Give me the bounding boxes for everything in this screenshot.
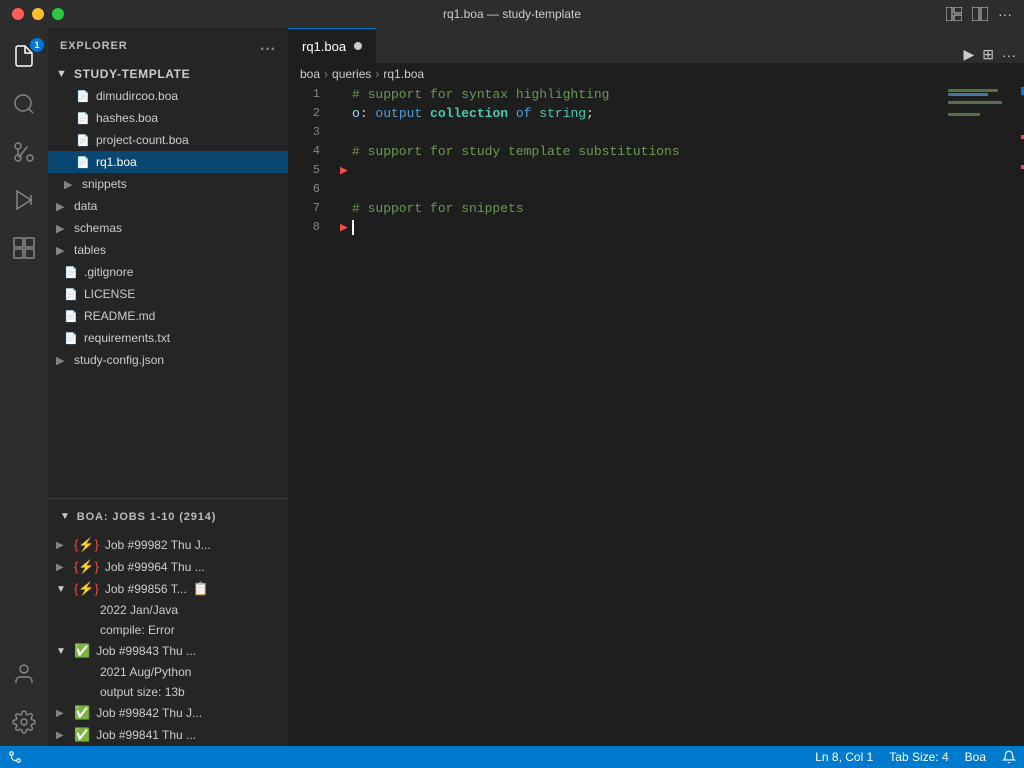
job-99856[interactable]: ▼ {⚡} Job #99856 T... 📋: [48, 578, 288, 600]
traffic-lights: [12, 8, 64, 20]
code-line-5: ▶: [340, 161, 944, 180]
job-99982[interactable]: ▶ {⚡} Job #99982 Thu J...: [48, 534, 288, 556]
tab-label: rq1.boa: [302, 39, 346, 54]
tree-tables[interactable]: ▶ tables: [48, 239, 288, 261]
code-line-4: # support for study template substitutio…: [340, 142, 944, 161]
tree-schemas[interactable]: ▶ schemas: [48, 217, 288, 239]
editor-more-icon[interactable]: ···: [1002, 47, 1016, 63]
job-99841[interactable]: ▶ ✅ Job #99841 Thu ...: [48, 724, 288, 746]
code-line-8: ▶: [340, 218, 944, 237]
status-branch[interactable]: [0, 746, 30, 768]
boa-jobs-list: ▶ {⚡} Job #99982 Thu J... ▶ {⚡} Job #999…: [48, 534, 288, 746]
job-99856-sub2: compile: Error: [48, 620, 288, 640]
tree-study-config[interactable]: ▶ study-config.json: [48, 349, 288, 371]
window-title: rq1.boa — study-template: [443, 7, 581, 21]
study-template-folder[interactable]: ▼ STUDY-TEMPLATE: [48, 63, 288, 85]
job-99964[interactable]: ▶ {⚡} Job #99964 Thu ...: [48, 556, 288, 578]
sidebar: EXPLORER ... ▼ STUDY-TEMPLATE 📄 dimudirc…: [48, 28, 288, 746]
boa-section: ▼ BOA: JOBS 1-10 (2914) ▶ {⚡} Job #99982…: [48, 498, 288, 746]
code-editor[interactable]: 1 2 3 4 5 6 7 8 # support for syntax hig…: [288, 85, 1024, 746]
title-bar: rq1.boa — study-template ···: [0, 0, 1024, 28]
tree-hashes[interactable]: 📄 hashes.boa: [48, 107, 288, 129]
tab-modified-dot: [354, 42, 362, 50]
tree-readme[interactable]: 📄 README.md: [48, 305, 288, 327]
tree-gitignore[interactable]: 📄 .gitignore: [48, 261, 288, 283]
explorer-menu[interactable]: ...: [260, 37, 276, 55]
code-line-6: [340, 180, 944, 199]
job-99843-sub2: output size: 13b: [48, 682, 288, 702]
breadcrumb: boa › queries › rq1.boa: [288, 63, 1024, 85]
split-editor-icon[interactable]: ⊞: [982, 46, 994, 63]
red-arrow-8: ▶: [340, 218, 348, 237]
status-language[interactable]: Boa: [957, 746, 994, 768]
run-icon[interactable]: ▶: [963, 46, 974, 63]
layout-icon[interactable]: [946, 7, 962, 21]
tree-requirements[interactable]: 📄 requirements.txt: [48, 327, 288, 349]
activity-extensions[interactable]: [0, 224, 48, 272]
code-line-1: # support for syntax highlighting: [340, 85, 944, 104]
file-tree: ▼ STUDY-TEMPLATE 📄 dimudircoo.boa 📄 hash…: [48, 63, 288, 498]
status-bar: Ln 8, Col 1 Tab Size: 4 Boa: [0, 746, 1024, 768]
text-cursor: [352, 220, 354, 235]
status-position[interactable]: Ln 8, Col 1: [807, 746, 881, 768]
explorer-header: EXPLORER ...: [48, 28, 288, 63]
code-line-2: o: output collection of string;: [340, 104, 944, 123]
red-arrow-5: ▶: [340, 161, 348, 180]
activity-source-control[interactable]: [0, 128, 48, 176]
tab-rq1[interactable]: rq1.boa: [288, 28, 376, 63]
tree-license[interactable]: 📄 LICENSE: [48, 283, 288, 305]
tree-snippets[interactable]: ▶ snippets: [48, 173, 288, 195]
editor-area: rq1.boa ▶ ⊞ ··· boa › queries › rq1.boa …: [288, 28, 1024, 746]
code-line-7: # support for snippets: [340, 199, 944, 218]
job-99842[interactable]: ▶ ✅ Job #99842 Thu J...: [48, 702, 288, 724]
status-notifications[interactable]: [994, 746, 1024, 768]
job-99843-sub1: 2021 Aug/Python: [48, 662, 288, 682]
maximize-button[interactable]: [52, 8, 64, 20]
title-bar-icons: ···: [946, 6, 1012, 22]
activity-run[interactable]: [0, 176, 48, 224]
tree-data[interactable]: ▶ data: [48, 195, 288, 217]
status-tab-size[interactable]: Tab Size: 4: [881, 746, 956, 768]
split-icon[interactable]: [972, 7, 988, 21]
tab-right-icons: ▶ ⊞ ···: [963, 46, 1024, 63]
activity-files[interactable]: 1: [0, 32, 48, 80]
activity-settings[interactable]: [0, 698, 48, 746]
tabs-bar: rq1.boa ▶ ⊞ ···: [288, 28, 1024, 63]
bell-icon: [1002, 750, 1016, 764]
files-badge: 1: [30, 38, 44, 52]
job-99856-sub1: 2022 Jan/Java: [48, 600, 288, 620]
activity-bar: 1: [0, 28, 48, 746]
status-left: [0, 746, 30, 768]
code-content[interactable]: # support for syntax highlighting o: out…: [328, 85, 944, 746]
boa-header[interactable]: ▼ BOA: JOBS 1-10 (2914): [48, 499, 288, 534]
minimize-button[interactable]: [32, 8, 44, 20]
minimap: [944, 85, 1024, 746]
tree-project-count[interactable]: 📄 project-count.boa: [48, 129, 288, 151]
activity-search[interactable]: [0, 80, 48, 128]
tree-dimudircoo[interactable]: 📄 dimudircoo.boa: [48, 85, 288, 107]
activity-account[interactable]: [0, 650, 48, 698]
line-numbers: 1 2 3 4 5 6 7 8: [288, 85, 328, 746]
close-button[interactable]: [12, 8, 24, 20]
branch-icon: [8, 750, 22, 764]
status-right: Ln 8, Col 1 Tab Size: 4 Boa: [807, 746, 1024, 768]
code-line-3: [340, 123, 944, 142]
more-icon[interactable]: ···: [998, 6, 1012, 22]
job-99843[interactable]: ▼ ✅ Job #99843 Thu ...: [48, 640, 288, 662]
tree-rq1[interactable]: 📄 rq1.boa: [48, 151, 288, 173]
